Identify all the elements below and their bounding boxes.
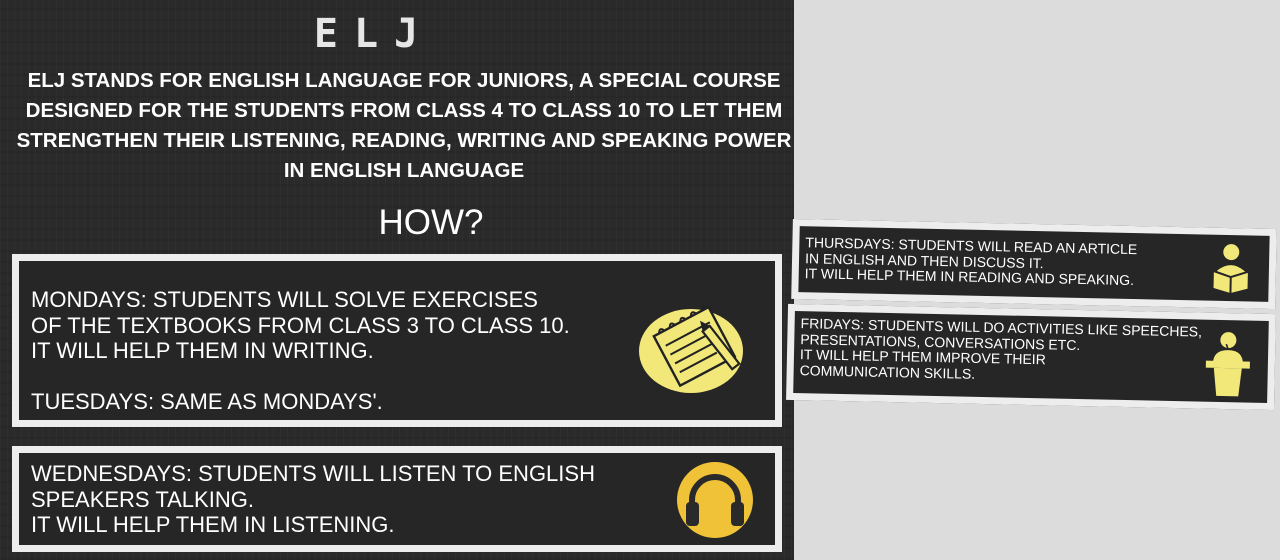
card-thursday-text: THURSDAYS: STUDENTS WILL READ AN ARTICLE… xyxy=(804,234,1138,289)
card-friday: FRIDAYS: STUDENTS WILL DO ACTIVITIES LIK… xyxy=(786,303,1276,411)
elj-logo: ELJ xyxy=(313,11,435,57)
card-monday-tuesday-text: MONDAYS: STUDENTS WILL SOLVE EXERCISES O… xyxy=(31,287,570,414)
card-wednesday: WEDNESDAYS: STUDENTS WILL LISTEN TO ENGL… xyxy=(12,446,782,552)
podium-speaker-icon xyxy=(1203,330,1254,399)
card-monday-tuesday: MONDAYS: STUDENTS WILL SOLVE EXERCISES O… xyxy=(12,254,782,427)
card-wednesday-text: WEDNESDAYS: STUDENTS WILL LISTEN TO ENGL… xyxy=(31,461,595,537)
notepad-pencil-icon xyxy=(639,299,751,395)
card-thursday: THURSDAYS: STUDENTS WILL READ AN ARTICLE… xyxy=(791,218,1277,310)
intro-text: ELJ STANDS FOR ENGLISH LANGUAGE FOR JUNI… xyxy=(16,69,792,182)
card-friday-text: FRIDAYS: STUDENTS WILL DO ACTIVITIES LIK… xyxy=(799,315,1203,382)
reader-icon xyxy=(1208,243,1253,296)
headphones-icon xyxy=(675,460,755,540)
section-title: HOW? xyxy=(378,203,484,242)
